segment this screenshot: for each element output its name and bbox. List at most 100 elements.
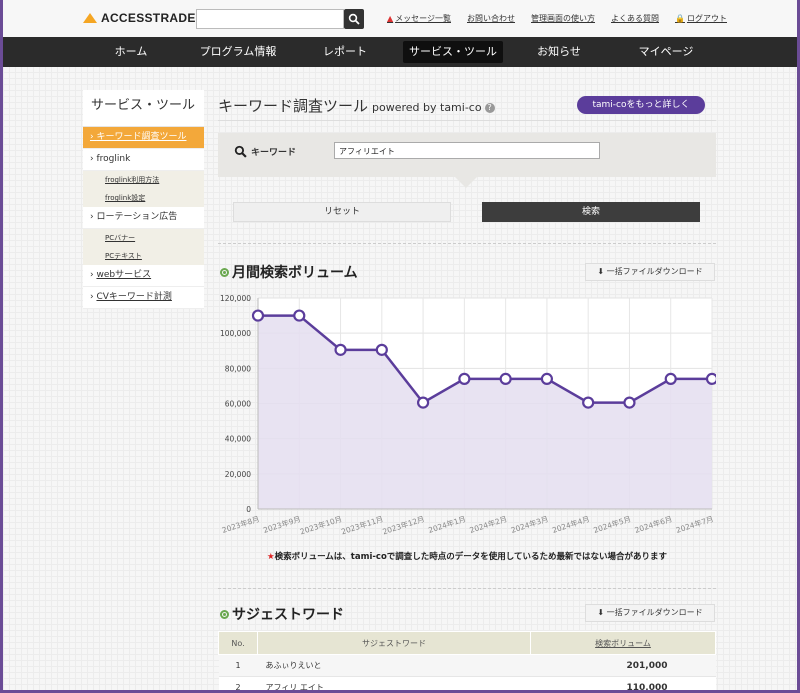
table-row: 2 アフィリ エイト 110,000 [218, 676, 716, 690]
lock-icon: 🔒 [675, 14, 685, 23]
reset-button[interactable]: リセット [233, 202, 451, 222]
data-point [251, 309, 265, 322]
logo-mark-icon [83, 13, 97, 23]
x-tick-label: 2024年4月 [551, 513, 591, 535]
search-button[interactable]: 検索 [482, 202, 700, 222]
nav-programs[interactable]: プログラム情報 [193, 41, 283, 63]
sidebar-title: サービス・ツール [83, 90, 204, 127]
monthly-volume-chart: 0 20,000 40,000 60,000 80,000 100,000 120,000 2… [220, 294, 716, 536]
row-no: 1 [218, 654, 258, 677]
sidebar-item-web-service[interactable]: › webサービス [83, 265, 204, 287]
monthly-volume-title-text: 月間検索ボリューム [232, 265, 358, 281]
table-row: 1 あふぃりえいと 201,000 [218, 654, 716, 677]
sidebar-item-keyword-tool[interactable]: › キーワード調査ツール [83, 127, 204, 149]
accesstrade-logo[interactable]: ACCESSTRADE [83, 11, 196, 25]
y-tick-label: 0 [246, 505, 251, 514]
tami-co-more-button[interactable]: tami-coをもっと詳しく [577, 96, 705, 114]
volume-note: ★検索ボリュームは、tami-coで調査した時点のデータを使用しているため最新で… [218, 550, 716, 562]
sidebar-sub-froglink-settings[interactable]: froglink設定 [83, 189, 204, 207]
sidebar-item-froglink[interactable]: › froglink [83, 149, 204, 171]
nav-report[interactable]: レポート [313, 41, 377, 63]
download-label: 一括ファイルダウンロード [606, 608, 703, 617]
help-icon[interactable]: ? [484, 103, 495, 113]
sidebar-item-label: froglink [96, 154, 131, 164]
y-tick-label: 80,000 [225, 364, 251, 373]
x-tick-label: 2024年7月 [675, 513, 715, 535]
col-no: No. [218, 631, 258, 655]
sidebar: サービス・ツール › キーワード調査ツール › froglink froglin… [83, 90, 204, 309]
nav-mypage[interactable]: マイページ [631, 41, 701, 63]
keyword-input[interactable]: アフィリエイト [334, 142, 600, 159]
x-tick-label: 2023年10月 [299, 513, 344, 536]
col-word: サジェストワード [257, 631, 531, 655]
sidebar-item-cv-keyword[interactable]: › CVキーワード計測 [83, 287, 204, 309]
faq-link[interactable]: よくある質問 [611, 13, 659, 24]
sidebar-item-label: キーワード調査ツール [96, 132, 187, 142]
download-label: 一括ファイルダウンロード [606, 267, 703, 276]
section-bullet-icon [220, 609, 229, 619]
sidebar-sub-pc-text[interactable]: PCテキスト [83, 247, 204, 265]
data-point [540, 372, 554, 385]
sidebar-sub-pc-banner[interactable]: PCバナー [83, 229, 204, 247]
note-star: ★ [266, 552, 275, 562]
x-tick-label: 2023年11月 [340, 513, 385, 536]
nav-services-tools[interactable]: サービス・ツール [403, 41, 503, 63]
logout-label: ログアウト [686, 14, 727, 23]
data-point [416, 396, 430, 409]
y-tick-label: 100,000 [220, 329, 251, 338]
y-tick-label: 120,000 [220, 294, 251, 303]
col-volume-sort[interactable]: 検索ボリューム [530, 631, 716, 655]
fire-icon: ▲ [387, 14, 394, 23]
x-tick-label: 2024年1月 [427, 513, 467, 535]
x-tick-label: 2024年5月 [592, 513, 632, 535]
x-tick-label: 2024年6月 [633, 513, 673, 535]
keyword-label-text: キーワード [251, 148, 297, 158]
panel-notch [455, 177, 477, 188]
nav-news[interactable]: お知らせ [525, 41, 593, 63]
data-point [582, 396, 595, 409]
x-tick-label: 2023年8月 [221, 513, 261, 535]
messages-link[interactable]: ▲ メッセージ一覧 [387, 13, 451, 24]
section-divider [218, 243, 716, 244]
note-text: 検索ボリュームは、tami-coで調査した時点のデータを使用しているため最新では… [274, 552, 668, 562]
site-search-button[interactable] [344, 9, 364, 29]
logo-text: ACCESSTRADE [101, 11, 196, 25]
messages-label: メッセージ一覧 [395, 14, 451, 23]
keyword-label: キーワード [234, 145, 296, 158]
y-tick-label: 60,000 [225, 400, 251, 409]
data-point [623, 396, 636, 409]
keyword-panel: キーワード アフィリエイト [218, 133, 716, 177]
section-divider [218, 588, 716, 589]
data-point [499, 372, 512, 385]
data-point [664, 372, 677, 385]
suggest-word-title-text: サジェストワード [232, 607, 344, 623]
nav-home[interactable]: ホーム [99, 41, 163, 63]
sidebar-item-label: CVキーワード計測 [96, 292, 172, 302]
suggest-download-button[interactable]: ⬇ 一括ファイルダウンロード [585, 604, 715, 622]
y-tick-label: 20,000 [225, 470, 251, 479]
suggest-table: No. サジェストワード 検索ボリューム 1 あふぃりえいと 201,000 2… [218, 631, 716, 690]
monthly-volume-title: 月間検索ボリューム [220, 262, 358, 282]
contact-link[interactable]: お問い合わせ [467, 13, 515, 24]
data-point [458, 372, 471, 385]
site-search-input[interactable] [196, 9, 344, 29]
x-tick-label: 2024年3月 [509, 513, 549, 535]
sidebar-item-label: webサービス [96, 270, 152, 280]
manual-link[interactable]: 管理画面の使い方 [531, 13, 595, 24]
row-volume: 110,000 [530, 676, 716, 690]
sidebar-item-rotation-ads[interactable]: › ローテーション広告 [83, 207, 204, 229]
logout-link[interactable]: 🔒 ログアウト [675, 13, 727, 24]
suggest-word-title: サジェストワード [220, 604, 344, 624]
row-word: あふぃりえいと [257, 654, 531, 677]
page-title-text: キーワード調査ツール [218, 97, 369, 115]
row-word: アフィリ エイト [257, 676, 531, 690]
row-no: 2 [218, 676, 258, 690]
search-icon [234, 145, 247, 158]
sidebar-sub-froglink-usage[interactable]: froglink利用方法 [83, 171, 204, 189]
powered-by: powered by tami-co [372, 101, 482, 114]
y-tick-label: 40,000 [225, 435, 251, 444]
page-title: キーワード調査ツール powered by tami-co? [218, 95, 495, 116]
monthly-download-button[interactable]: ⬇ 一括ファイルダウンロード [585, 263, 715, 281]
sidebar-item-label: ローテーション広告 [96, 212, 178, 222]
main-nav: ホーム プログラム情報 レポート サービス・ツール お知らせ マイページ [3, 37, 797, 67]
